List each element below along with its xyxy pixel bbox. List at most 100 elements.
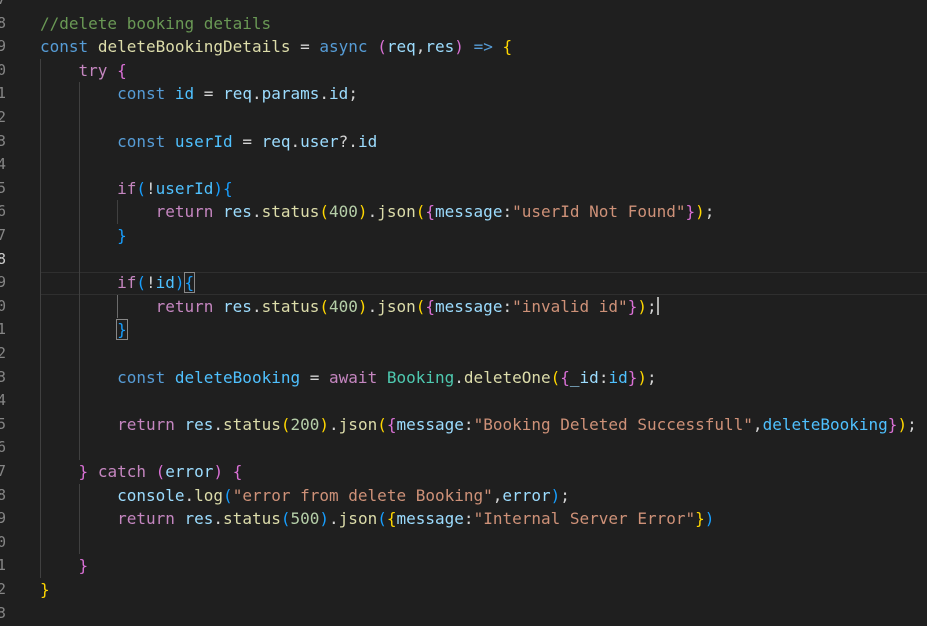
- code-token: "error from delete Booking": [232, 485, 493, 505]
- code-editor[interactable]: 789012345678901234567890123 //delete boo…: [0, 0, 927, 626]
- code-token: _id: [569, 367, 599, 387]
- code-token: deleteOne: [463, 367, 551, 387]
- code-token: message: [396, 509, 464, 529]
- line-number: 1: [0, 556, 7, 575]
- code-token: (: [136, 273, 146, 293]
- code-token: ): [897, 414, 908, 434]
- code-token: }: [695, 509, 705, 529]
- code-token: (: [377, 509, 387, 529]
- code-token: await: [329, 367, 378, 387]
- code-line[interactable]: console.log("error from delete Booking",…: [40, 484, 570, 508]
- code-token: ,: [752, 414, 763, 434]
- code-line[interactable]: return res.status(500).json({message:"In…: [40, 507, 714, 531]
- code-line[interactable]: return res.status(200).json({message:"Bo…: [40, 413, 917, 437]
- code-token: .: [329, 414, 339, 434]
- line-number: 0: [0, 532, 7, 551]
- code-token: return: [117, 509, 175, 529]
- code-token: ): [637, 296, 647, 316]
- code-token: ;: [348, 84, 358, 104]
- code-token: }: [40, 580, 50, 599]
- code-token: json: [338, 509, 378, 529]
- line-number-gutter: 789012345678901234567890123: [0, 0, 14, 626]
- code-token: ): [213, 462, 224, 481]
- code-token: ): [550, 485, 561, 505]
- code-line[interactable]: } catch (error) {: [40, 460, 243, 484]
- code-token: console: [117, 485, 185, 505]
- code-token: return: [155, 296, 214, 316]
- code-line[interactable]: const deleteBooking = await Booking.dele…: [40, 366, 657, 390]
- code-token: (: [319, 202, 330, 222]
- code-line[interactable]: }: [40, 318, 128, 342]
- code-token: (: [415, 296, 426, 316]
- line-number: 7: [0, 462, 7, 480]
- code-token: "Internal Server Error": [473, 509, 696, 529]
- code-token: (: [377, 414, 387, 434]
- code-token: =: [309, 367, 320, 387]
- code-token: message: [396, 414, 464, 434]
- code-line[interactable]: const userId = req.user?.id: [40, 130, 377, 154]
- code-token: .: [454, 367, 464, 387]
- code-line[interactable]: return res.status(400).json({message:"us…: [40, 200, 715, 224]
- code-line[interactable]: return res.status(400).json({message:"in…: [40, 295, 659, 319]
- code-line[interactable]: }: [40, 224, 127, 248]
- line-number: 6: [0, 202, 7, 221]
- code-token: req: [386, 37, 416, 57]
- line-number: 4: [0, 155, 7, 174]
- line-number: 6: [0, 438, 7, 457]
- code-token: status: [261, 202, 320, 222]
- code-token: //delete booking details: [40, 13, 272, 33]
- code-token: ;: [704, 202, 715, 222]
- code-line[interactable]: const id = req.params.id;: [40, 82, 358, 106]
- code-token: }: [887, 414, 898, 434]
- code-token: userId: [155, 178, 214, 198]
- code-line[interactable]: //delete booking details: [40, 12, 271, 36]
- code-token: =>: [473, 37, 493, 57]
- code-line[interactable]: const deleteBookingDetails = async (req,…: [40, 35, 512, 59]
- code-line[interactable]: }: [40, 554, 89, 578]
- code-token: .: [213, 414, 224, 434]
- line-number: 8: [0, 485, 7, 504]
- code-token: res: [184, 414, 214, 434]
- code-token: try: [78, 60, 108, 80]
- code-token: ): [454, 37, 464, 57]
- code-token: }: [78, 462, 89, 481]
- code-token: .: [251, 84, 262, 104]
- code-token: deleteBooking: [174, 367, 301, 387]
- code-token: ): [174, 273, 185, 293]
- line-number: 2: [0, 108, 7, 126]
- code-token: catch: [97, 462, 146, 481]
- code-token: !: [145, 273, 156, 293]
- code-token: }: [685, 202, 696, 222]
- code-line[interactable]: if(!id){: [40, 271, 196, 295]
- code-token: {: [502, 37, 513, 57]
- code-token: {: [425, 296, 436, 316]
- code-token: message: [435, 296, 503, 316]
- code-token: .: [213, 509, 224, 529]
- code-token: .: [367, 296, 378, 316]
- code-line[interactable]: }: [40, 578, 50, 602]
- matched-bracket: {: [183, 272, 196, 294]
- code-line[interactable]: if(!userId){: [40, 177, 233, 201]
- code-token: :: [598, 367, 609, 387]
- code-line[interactable]: try {: [40, 59, 127, 83]
- code-token: }: [627, 296, 638, 316]
- line-number: 2: [0, 344, 7, 362]
- code-token: (: [223, 485, 233, 505]
- code-token: .: [251, 296, 262, 316]
